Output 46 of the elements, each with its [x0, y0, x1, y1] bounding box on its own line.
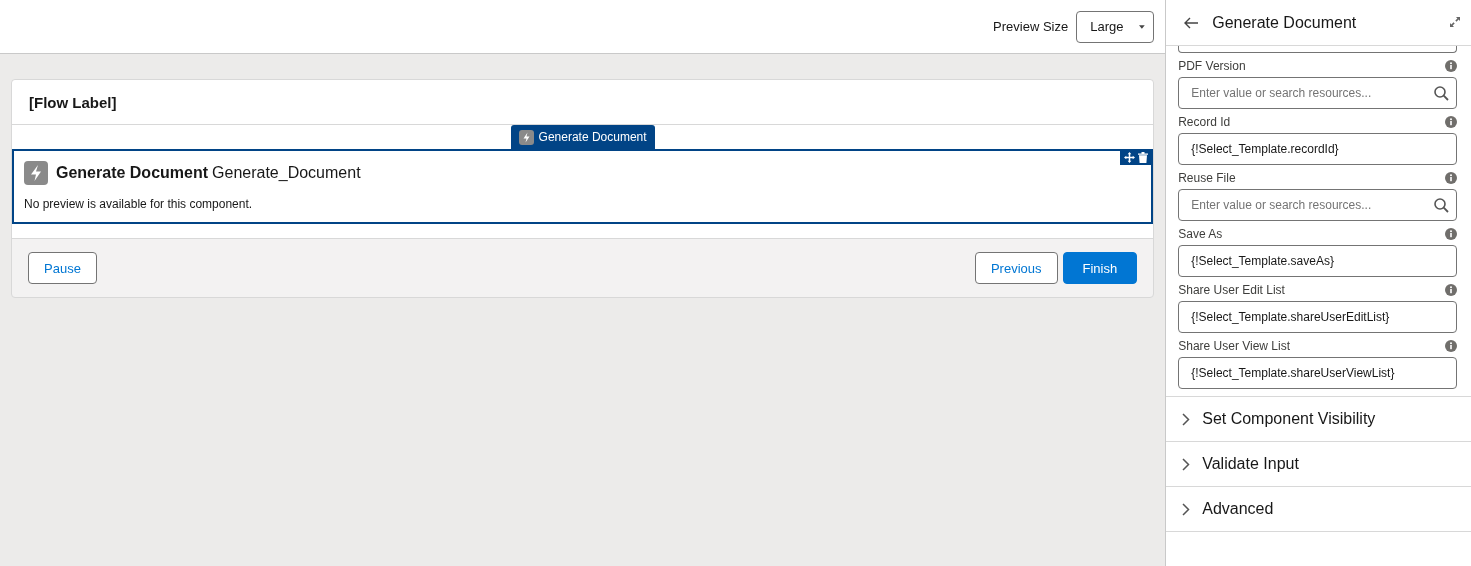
flow-button[interactable]: Previous [974, 252, 1058, 284]
finish-button[interactable]: Finish [1062, 252, 1138, 284]
search-icon [1434, 198, 1449, 213]
info-icon[interactable] [1445, 172, 1457, 184]
section-header[interactable]: Advanced [1166, 487, 1471, 532]
chevron-icon [1182, 412, 1191, 426]
preview-note: No preview is available for this component. [24, 197, 254, 211]
caret-icon [1139, 23, 1146, 30]
chevron-icon [1182, 457, 1191, 471]
input-field[interactable]: {!Select_Template.shareUserViewList} [1178, 357, 1457, 389]
input-field[interactable] [1178, 46, 1457, 53]
component-api-name: Generate_Document [212, 164, 361, 182]
component-tab[interactable]: Generate Document [510, 125, 655, 149]
info-icon[interactable] [1445, 228, 1457, 240]
info-icon[interactable] [1445, 60, 1457, 72]
field-label: Reuse File [1178, 171, 1236, 185]
field-label: Save As [1178, 227, 1223, 241]
search-icon [1434, 86, 1449, 101]
input-field[interactable]: {!Select_Template.shareUserEditList} [1178, 301, 1457, 333]
field-label: Share User View List [1178, 339, 1291, 353]
field-label: Share User Edit List [1178, 283, 1285, 297]
delete-icon[interactable] [1138, 152, 1149, 163]
component-box[interactable]: Generate Document Generate_Document No preview is available for this component. [12, 149, 1154, 224]
input-field[interactable]: Enter value or search resources... [1178, 77, 1457, 109]
chevron-icon [1182, 502, 1191, 516]
component-title: Generate Document [56, 164, 209, 182]
section-header[interactable]: Set Component Visibility [1166, 397, 1471, 442]
preview-size-label: Preview Size [993, 19, 1069, 34]
input-field[interactable]: {!Select_Template.recordId} [1178, 133, 1457, 165]
preview-size-dropdown[interactable]: Large [1076, 10, 1155, 43]
input-field[interactable]: Enter value or search resources... [1178, 189, 1457, 221]
info-icon[interactable] [1445, 284, 1457, 296]
move-icon[interactable] [1124, 152, 1136, 163]
panel-title: Generate Document [1212, 13, 1358, 32]
expand-icon[interactable] [1449, 16, 1461, 28]
back-arrow-icon[interactable] [1184, 16, 1199, 29]
info-icon[interactable] [1445, 340, 1457, 352]
field-label: PDF Version [1178, 59, 1246, 73]
input-field[interactable]: {!Select_Template.saveAs} [1178, 245, 1457, 277]
flow-label: [Flow Label] [29, 93, 117, 111]
info-icon[interactable] [1445, 116, 1457, 128]
field-label: Record Id [1178, 115, 1231, 129]
flow-button[interactable]: Pause [28, 252, 97, 284]
section-header[interactable]: Validate Input [1166, 442, 1471, 487]
lightning-icon [518, 129, 534, 145]
lightning-icon [24, 161, 48, 185]
